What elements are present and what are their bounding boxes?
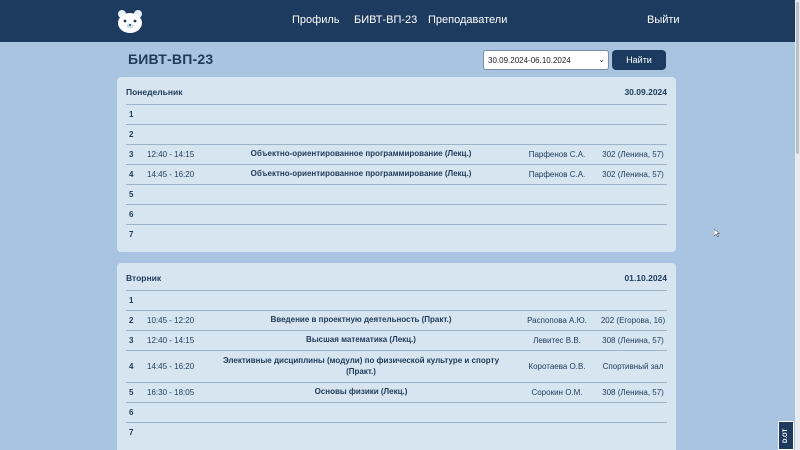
lesson-row: 6 [126, 402, 667, 422]
lesson-number: 6 [129, 408, 134, 417]
page-title: БИВТ-ВП-23 [128, 51, 214, 67]
nav-teachers-link[interactable]: Преподаватели [428, 14, 507, 26]
lesson-row: 5 16:30 - 18:05 Основы физики (Лекц.) Со… [126, 382, 667, 402]
lesson-row: 6 [126, 204, 667, 224]
lesson-number: 4 [129, 362, 134, 371]
lesson-row: 7 [126, 224, 667, 244]
lesson-time: 14:45 - 16:20 [147, 362, 195, 371]
nav-logout-link[interactable]: Выйти [647, 14, 680, 26]
lesson-room: 302 (Ленина, 57) [602, 150, 664, 159]
lesson-row: 1 [126, 290, 667, 310]
lesson-room: 302 (Ленина, 57) [602, 170, 664, 179]
lesson-number: 3 [129, 336, 134, 345]
day-name: Понедельник [126, 87, 183, 97]
lesson-number: 5 [129, 190, 134, 199]
day-header: Понедельник 30.09.2024 [126, 87, 667, 103]
lesson-number: 1 [129, 296, 134, 305]
lesson-subject: Высшая математика (Лекц.) [306, 335, 416, 345]
lesson-number: 4 [129, 170, 134, 179]
day-date: 01.10.2024 [624, 273, 667, 283]
day-header: Вторник 01.10.2024 [126, 273, 667, 289]
lesson-subject: Основы физики (Лекц.) [314, 387, 408, 397]
lesson-number: 2 [129, 130, 134, 139]
lesson-subject: Объектно-ориентированное программировани… [250, 169, 472, 179]
lesson-list: 1 2 3 12:40 - 14:15 Объектно-ориентирова… [126, 104, 667, 244]
lesson-row: 7 [126, 422, 667, 442]
lesson-teacher[interactable]: Парфенов С.А. [512, 145, 602, 164]
nav-profile-link[interactable]: Профиль [292, 14, 340, 26]
day-card-monday: Понедельник 30.09.2024 1 2 3 12:40 - 14:… [117, 77, 676, 252]
mouse-cursor-icon [714, 229, 720, 237]
lesson-time: 16:30 - 18:05 [147, 388, 195, 397]
lesson-number: 5 [129, 388, 134, 397]
lesson-teacher[interactable]: Распопова А.Ю. [512, 311, 602, 330]
lesson-subject: Элективные дисциплины (модули) по физиче… [222, 355, 500, 376]
lesson-teacher[interactable]: Левитес В.В. [512, 331, 602, 350]
lesson-time: 10:45 - 12:20 [147, 316, 195, 325]
lesson-room: Спортивный зал [602, 362, 664, 371]
lesson-number: 3 [129, 150, 134, 159]
day-date: 30.09.2024 [624, 87, 667, 97]
lesson-subject: Введение в проектную деятельность (Практ… [270, 315, 452, 325]
lesson-number: 2 [129, 316, 134, 325]
lesson-row: 4 14:45 - 16:20 Элективные дисциплины (м… [126, 350, 667, 382]
scrollbar-thumb[interactable] [796, 2, 799, 154]
chevron-down-icon: ⌄ [598, 55, 605, 64]
week-select-value: 30.09.2024-06.10.2024 [488, 56, 571, 65]
lesson-teacher[interactable]: Парфенов С.А. [512, 165, 602, 184]
lesson-room: 308 (Ленина, 57) [602, 388, 664, 397]
bear-logo-icon[interactable] [116, 8, 144, 34]
lesson-number: 7 [129, 428, 134, 437]
lesson-number: 1 [129, 110, 134, 119]
lesson-room: 202 (Егорова, 16) [600, 316, 666, 325]
day-name: Вторник [126, 273, 162, 283]
lesson-row: 2 10:45 - 12:20 Введение в проектную дея… [126, 310, 667, 330]
lesson-row: 5 [126, 184, 667, 204]
lesson-row: 2 [126, 124, 667, 144]
lesson-time: 12:40 - 14:15 [147, 336, 195, 345]
lesson-teacher[interactable]: Сорокин О.М. [512, 383, 602, 402]
corner-badge[interactable]: D.OT [778, 421, 794, 450]
find-button[interactable]: Найти [612, 50, 666, 70]
lesson-time: 14:45 - 16:20 [147, 170, 195, 179]
top-navbar: Профиль БИВТ-ВП-23 Преподаватели Выйти [0, 0, 795, 42]
lesson-room: 308 (Ленина, 57) [602, 336, 664, 345]
lesson-row: 4 14:45 - 16:20 Объектно-ориентированное… [126, 164, 667, 184]
lesson-list: 1 2 10:45 - 12:20 Введение в проектную д… [126, 290, 667, 442]
lesson-subject: Объектно-ориентированное программировани… [250, 149, 472, 159]
nav-group-link[interactable]: БИВТ-ВП-23 [354, 14, 417, 26]
week-select[interactable]: 30.09.2024-06.10.2024 ⌄ [483, 50, 609, 70]
lesson-row: 3 12:40 - 14:15 Объектно-ориентированное… [126, 144, 667, 164]
day-card-tuesday: Вторник 01.10.2024 1 2 10:45 - 12:20 Вве… [117, 263, 676, 450]
lesson-row: 3 12:40 - 14:15 Высшая математика (Лекц.… [126, 330, 667, 350]
lesson-number: 7 [129, 230, 134, 239]
lesson-number: 6 [129, 210, 134, 219]
lesson-teacher[interactable]: Коротаева О.В. [512, 351, 602, 382]
lesson-time: 12:40 - 14:15 [147, 150, 195, 159]
page-scrollbar[interactable] [795, 0, 800, 450]
lesson-row: 1 [126, 104, 667, 124]
